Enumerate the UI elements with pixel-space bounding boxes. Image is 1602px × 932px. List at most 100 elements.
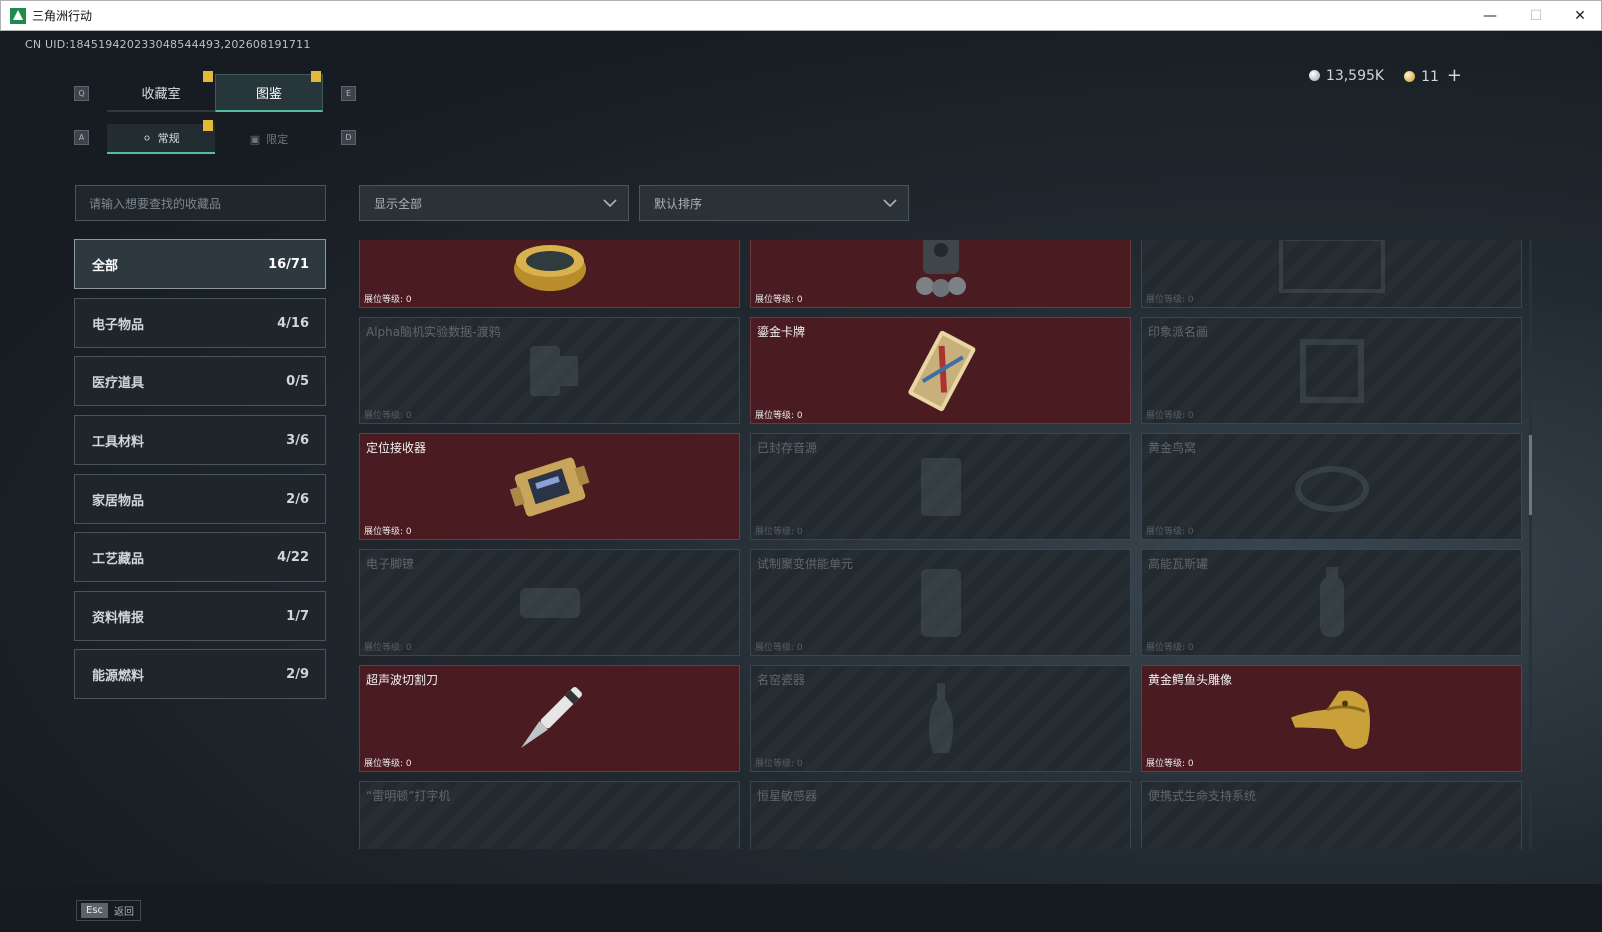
gold-coin-icon <box>1404 71 1416 82</box>
item-level: 展位等级: 0 <box>364 759 412 769</box>
painting-icon <box>1299 338 1364 403</box>
subtab-limited[interactable]: ▣ 限定 <box>215 124 323 154</box>
category-count: 1/7 <box>286 608 309 624</box>
item-name: 便携式生命支持系统 <box>1148 789 1257 803</box>
key-hint-q: Q <box>74 86 89 101</box>
sort-dropdown-label: 默认排序 <box>654 196 703 211</box>
bottle-icon: ⚪ <box>142 131 152 145</box>
collection-grid: 展位等级: 0 展位等级: 0 展位等级: 0 Alpha脑机实验数据-渡鸦 展… <box>359 240 1527 849</box>
close-button[interactable]: ✕ <box>1557 1 1602 31</box>
collection-item[interactable]: 电子脚镣 展位等级: 0 <box>359 549 740 656</box>
collection-item[interactable]: “雷明顿”打字机 <box>359 781 740 849</box>
item-name: Alpha脑机实验数据-渡鸦 <box>366 325 501 339</box>
item-level: 展位等级: 0 <box>1146 643 1194 653</box>
gilded-card-icon <box>907 330 975 411</box>
sealed-audio-icon <box>920 457 961 516</box>
collection-item[interactable]: 定位接收器 展位等级: 0 <box>359 433 740 540</box>
search-input[interactable]: 请输入想要查找的收藏品 <box>75 185 326 221</box>
item-level: 展位等级: 0 <box>755 527 803 537</box>
currency-bar: 13,595K 11 + <box>1308 65 1462 86</box>
item-level: 展位等级: 0 <box>1146 527 1194 537</box>
collection-item[interactable]: 超声波切割刀 展位等级: 0 <box>359 665 740 772</box>
category-intel[interactable]: 资料情报 1/7 <box>74 591 326 641</box>
collection-item[interactable]: 展位等级: 0 <box>359 240 740 308</box>
silver-currency: 13,595K <box>1308 67 1385 84</box>
collection-item[interactable]: 黄金鸟窝 展位等级: 0 <box>1141 433 1522 540</box>
app-logo-icon <box>10 7 26 24</box>
collection-item[interactable]: 黄金鳄鱼头雕像 展位等级: 0 <box>1141 665 1522 772</box>
collection-item[interactable]: 鎏金卡牌 展位等级: 0 <box>750 317 1131 424</box>
window-titlebar: 三角洲行动 — ☐ ✕ <box>0 0 1602 31</box>
data-device-icon <box>529 345 578 396</box>
scrollbar-thumb[interactable] <box>1529 435 1532 515</box>
subtab-regular-label: 常规 <box>157 132 180 145</box>
category-count: 4/16 <box>277 315 309 331</box>
notification-badge <box>311 71 321 82</box>
back-button[interactable]: Esc 返回 <box>76 900 142 921</box>
minimize-button[interactable]: — <box>1467 1 1513 31</box>
item-name: 已封存音源 <box>757 441 818 455</box>
category-label: 能源燃料 <box>92 668 145 684</box>
item-level: 展位等级: 0 <box>755 643 803 653</box>
category-medical[interactable]: 医疗道具 0/5 <box>74 356 326 406</box>
collection-item[interactable]: 已封存音源 展位等级: 0 <box>750 433 1131 540</box>
category-tools[interactable]: 工具材料 3/6 <box>74 415 326 465</box>
category-electronics[interactable]: 电子物品 4/16 <box>74 298 326 348</box>
category-label: 资料情报 <box>92 610 145 626</box>
tab-collection-room[interactable]: 收藏室 <box>107 74 215 112</box>
item-name: 名窑瓷器 <box>757 673 806 687</box>
collection-item[interactable]: 印象派名画 展位等级: 0 <box>1141 317 1522 424</box>
item-name: 试制聚变供能单元 <box>757 557 854 571</box>
gold-currency: 11 + <box>1404 65 1462 86</box>
category-label: 电子物品 <box>92 317 145 333</box>
item-name: 高能瓦斯罐 <box>1148 557 1209 571</box>
ankle-monitor-icon <box>519 587 580 618</box>
game-screen: CN UID:184519420233048544493,20260819171… <box>0 31 1602 932</box>
item-level: 展位等级: 0 <box>755 759 803 769</box>
collection-item[interactable]: 名窑瓷器 展位等级: 0 <box>750 665 1131 772</box>
porcelain-vase-icon <box>928 682 953 753</box>
item-level: 展位等级: 0 <box>1146 295 1194 305</box>
subtab-limited-label: 限定 <box>266 133 289 146</box>
category-count: 2/6 <box>286 491 309 507</box>
tab-codex[interactable]: 图鉴 <box>215 74 323 112</box>
category-energy[interactable]: 能源燃料 2/9 <box>74 649 326 699</box>
filter-dropdown[interactable]: 显示全部 <box>359 185 629 221</box>
collection-item[interactable]: 展位等级: 0 <box>750 240 1131 308</box>
category-label: 家居物品 <box>92 493 145 509</box>
collection-item[interactable]: Alpha脑机实验数据-渡鸦 展位等级: 0 <box>359 317 740 424</box>
category-count: 0/5 <box>286 373 309 389</box>
golden-nest-icon <box>1294 465 1369 512</box>
frame-icon <box>1278 240 1385 293</box>
category-household[interactable]: 家居物品 2/6 <box>74 474 326 524</box>
silver-amount: 13,595K <box>1325 67 1385 84</box>
item-level: 展位等级: 0 <box>364 643 412 653</box>
collection-item[interactable]: 试制聚变供能单元 展位等级: 0 <box>750 549 1131 656</box>
category-all[interactable]: 全部 16/71 <box>74 239 326 289</box>
subtab-regular[interactable]: ⚪ 常规 <box>107 124 215 154</box>
fusion-cell-icon <box>920 568 961 637</box>
category-label: 全部 <box>92 258 119 274</box>
collection-item[interactable]: 恒星敏感器 <box>750 781 1131 849</box>
sort-dropdown[interactable]: 默认排序 <box>639 185 909 221</box>
item-level: 展位等级: 0 <box>364 527 412 537</box>
life-support-icon <box>1308 848 1355 849</box>
item-name: 电子脚镣 <box>366 557 415 571</box>
image-icon: ▣ <box>249 132 261 146</box>
collection-item[interactable]: 高能瓦斯罐 展位等级: 0 <box>1141 549 1522 656</box>
collection-item[interactable]: 展位等级: 0 <box>1141 240 1522 308</box>
item-name: 恒星敏感器 <box>757 789 818 803</box>
receiver-icon <box>509 457 590 516</box>
category-label: 医疗道具 <box>92 375 145 391</box>
filter-dropdown-label: 显示全部 <box>374 196 423 211</box>
item-name: 黄金鳄鱼头雕像 <box>1148 673 1233 687</box>
item-level: 展位等级: 0 <box>1146 759 1194 769</box>
category-count: 4/22 <box>277 549 309 565</box>
maximize-button[interactable]: ☐ <box>1513 1 1559 31</box>
add-currency-button[interactable]: + <box>1447 65 1462 86</box>
uid-label: CN UID:184519420233048544493,20260819171… <box>25 38 311 51</box>
collection-item[interactable]: 便携式生命支持系统 <box>1141 781 1522 849</box>
key-hint-d: D <box>341 130 356 145</box>
grid-scrollbar[interactable] <box>1529 240 1532 849</box>
category-crafts[interactable]: 工艺藏品 4/22 <box>74 532 326 582</box>
